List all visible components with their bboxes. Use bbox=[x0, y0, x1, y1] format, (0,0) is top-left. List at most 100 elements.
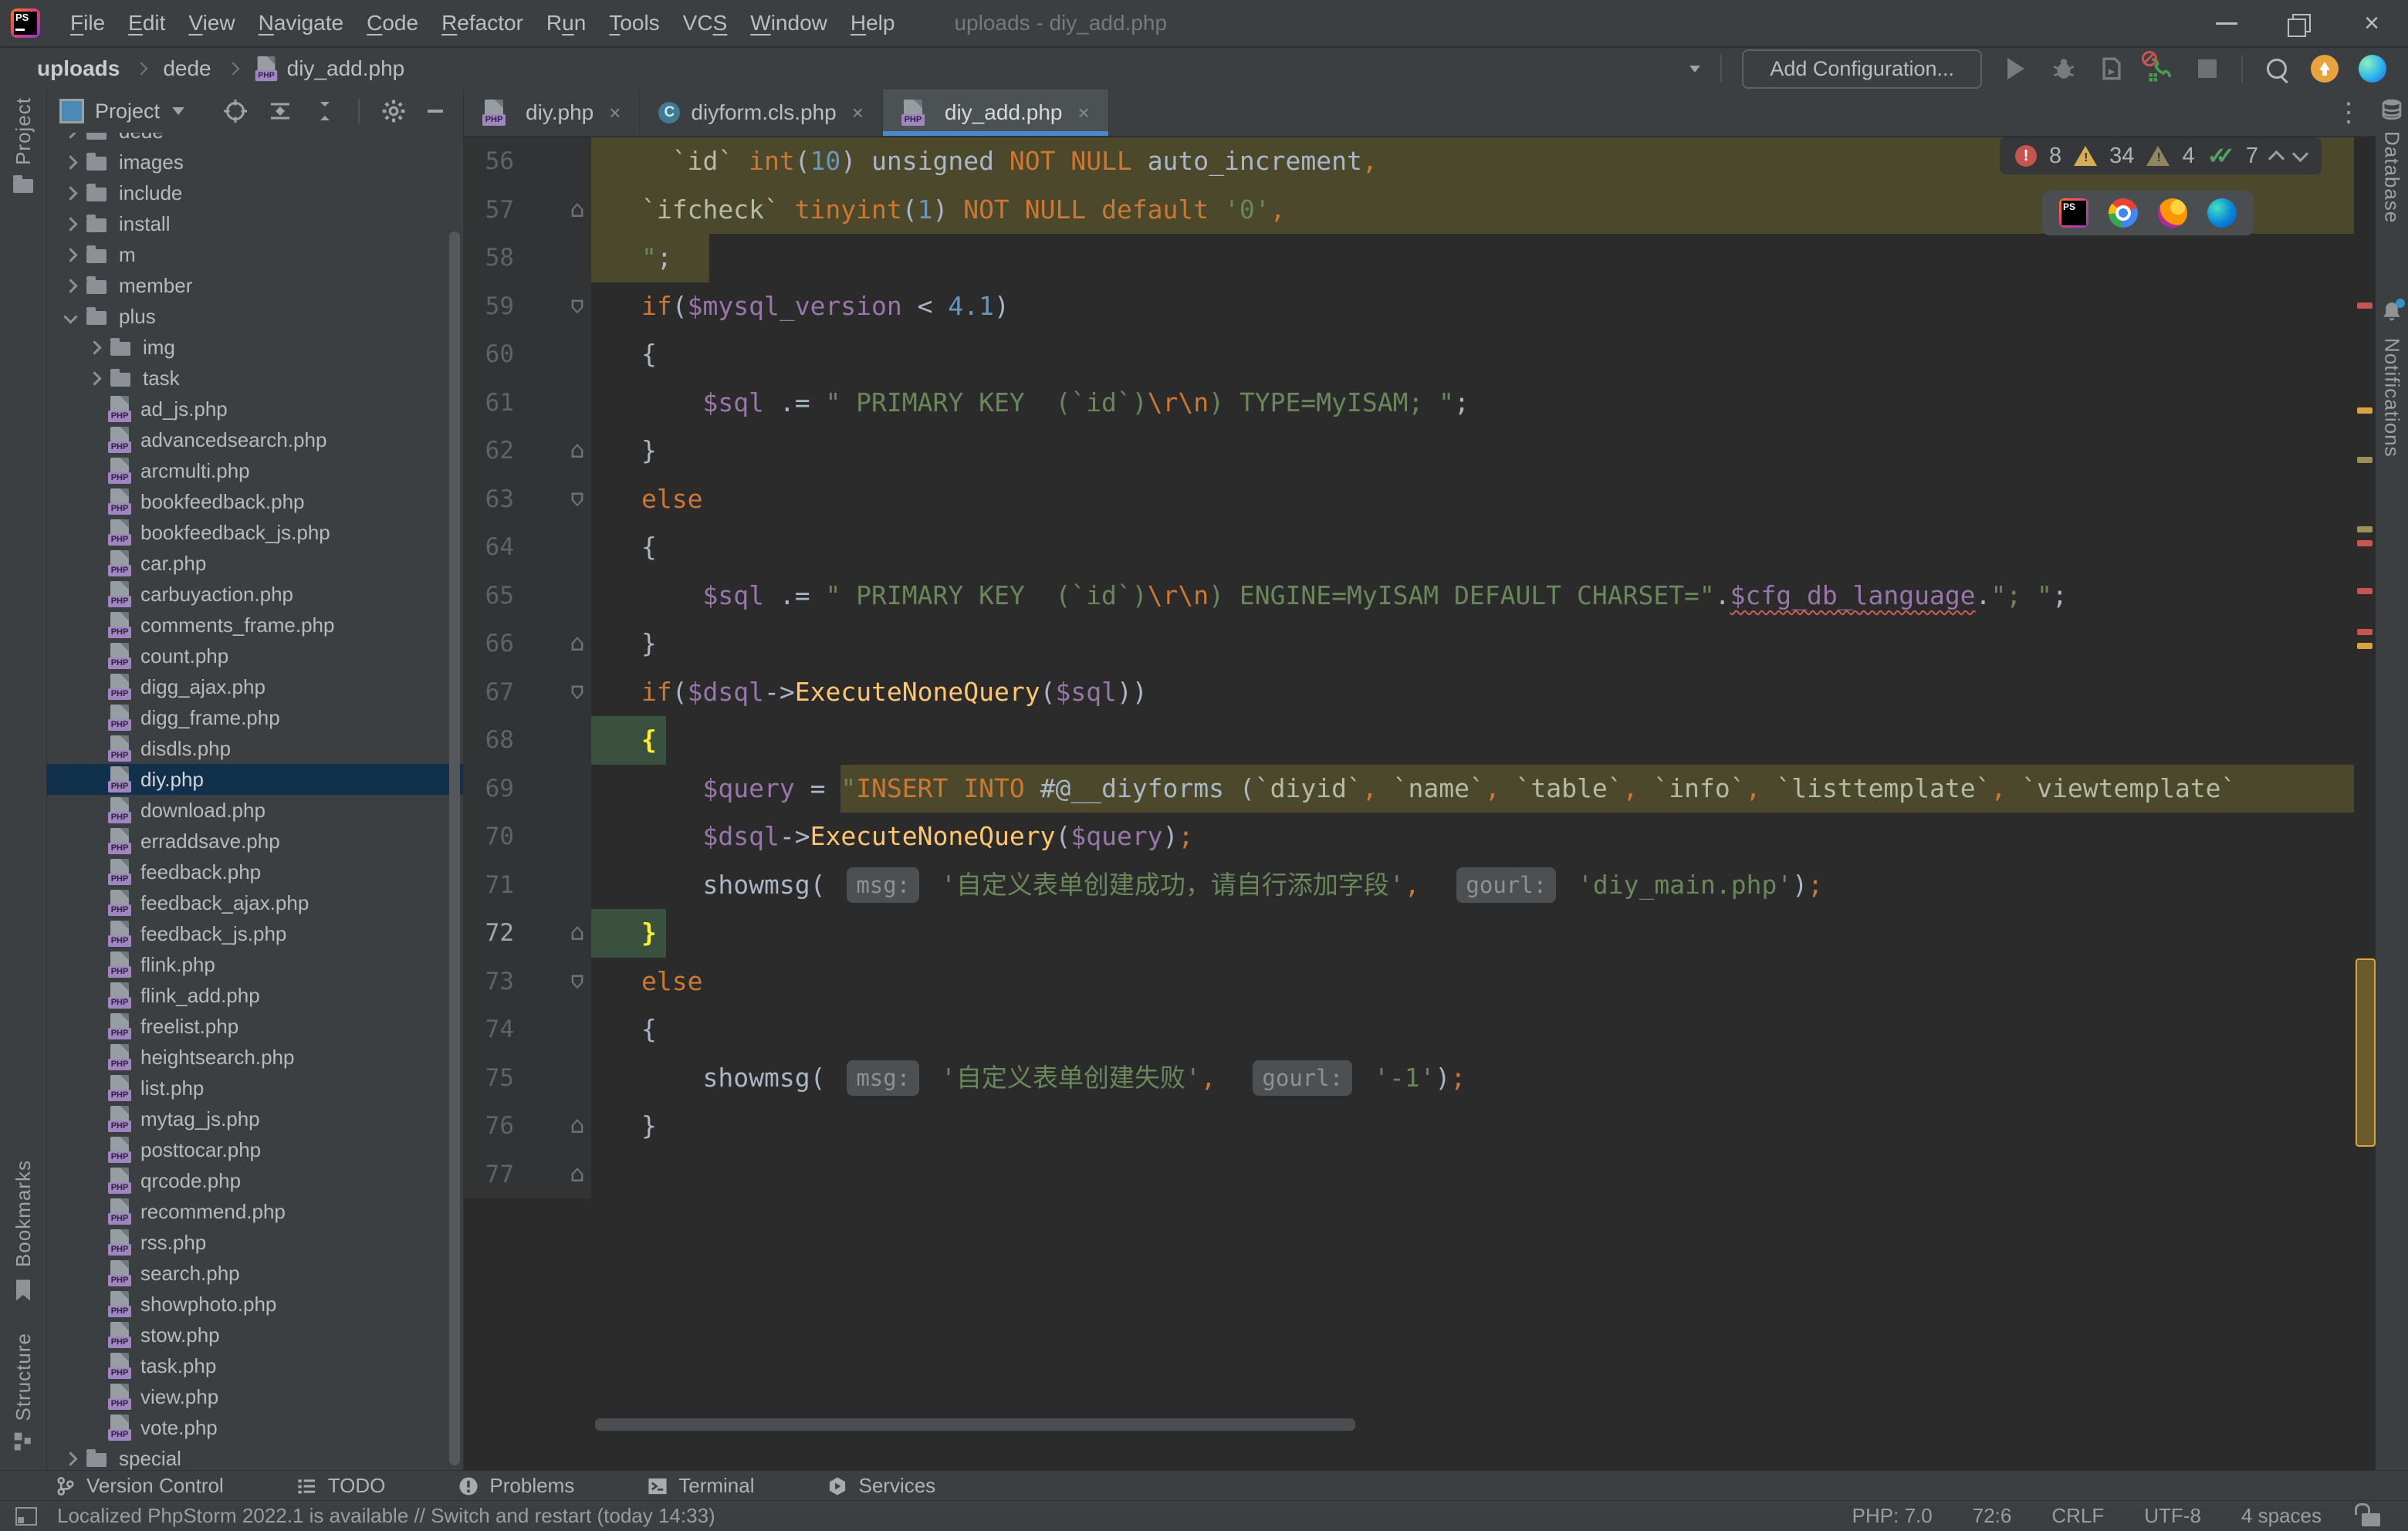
menu-tools[interactable]: Tools bbox=[597, 11, 671, 35]
tool-button-todo[interactable]: TODO bbox=[297, 1474, 385, 1498]
phone-debug-listener-icon[interactable] bbox=[2142, 51, 2173, 83]
tree-item-list.php[interactable]: PHP list.php bbox=[47, 1073, 463, 1103]
line-separator-widget[interactable]: CRLF bbox=[2051, 1504, 2104, 1528]
fold-marker-icon[interactable]: ⌂ bbox=[564, 958, 590, 1006]
code-line-60[interactable]: 60{ bbox=[464, 330, 2354, 379]
gear-icon[interactable] bbox=[381, 99, 406, 123]
firefox-icon[interactable] bbox=[2158, 198, 2187, 228]
tree-item-install[interactable]: install bbox=[47, 208, 463, 239]
menu-vcs[interactable]: VCS bbox=[671, 11, 739, 35]
stripe-mark[interactable] bbox=[2357, 540, 2372, 546]
fold-marker-icon[interactable]: ⌂ bbox=[564, 1102, 590, 1151]
tree-item-vote.php[interactable]: PHP vote.php bbox=[47, 1412, 463, 1443]
code-line-70[interactable]: 70 $dsql -> ExecuteNoneQuery($query); bbox=[464, 813, 2354, 861]
code-line-69[interactable]: 69 $query = " INSERT INTO #@__diyforms (`… bbox=[464, 764, 2354, 813]
tool-button-problems[interactable]: Problems bbox=[458, 1474, 574, 1498]
chrome-icon[interactable] bbox=[2109, 198, 2138, 228]
tree-item-arcmulti.php[interactable]: PHP arcmulti.php bbox=[47, 455, 463, 486]
chevron-right-icon[interactable] bbox=[87, 340, 102, 355]
tree-item-freelist.php[interactable]: PHP freelist.php bbox=[47, 1011, 463, 1042]
menu-edit[interactable]: Edit bbox=[117, 11, 177, 35]
tree-item-carbuyaction.php[interactable]: PHP carbuyaction.php bbox=[47, 579, 463, 610]
chevron-down-icon[interactable] bbox=[172, 107, 185, 115]
breadcrumb-project[interactable]: uploads bbox=[37, 56, 120, 81]
locate-file-icon[interactable] bbox=[224, 100, 247, 123]
code-line-66[interactable]: 66 ⌂} bbox=[464, 620, 2354, 668]
indent-widget[interactable]: 4 spaces bbox=[2241, 1504, 2322, 1528]
project-tree-scrollbar[interactable] bbox=[449, 232, 460, 1465]
fold-marker-icon[interactable]: ⌂ bbox=[564, 1151, 590, 1199]
tree-item-include[interactable]: include bbox=[47, 177, 463, 208]
menu-help[interactable]: Help bbox=[839, 11, 907, 35]
code-line-61[interactable]: 61 $sql .= " PRIMARY KEY (`id`) \r\n) TYP… bbox=[464, 378, 2354, 427]
tool-button-version-control[interactable]: Version Control bbox=[56, 1474, 224, 1498]
code-line-76[interactable]: 76 ⌂} bbox=[464, 1102, 2354, 1151]
menu-file[interactable]: File bbox=[59, 11, 117, 35]
code-area[interactable]: 56 `id` int(10) unsigned NOT NULL auto_i… bbox=[464, 137, 2354, 1470]
tree-item-feedback.php[interactable]: PHP feedback.php bbox=[47, 857, 463, 887]
chevron-right-icon[interactable] bbox=[63, 278, 78, 293]
coverage-icon[interactable] bbox=[2098, 55, 2126, 83]
fold-marker-icon[interactable]: ⌂ bbox=[564, 668, 590, 717]
error-stripe[interactable] bbox=[2354, 137, 2376, 1470]
inspections-widget[interactable]: ! 8 ! 34 ! 4 ✓✓ 7 bbox=[2000, 137, 2322, 174]
code-line-77[interactable]: 77 ⌂ bbox=[464, 1150, 2354, 1199]
code-line-63[interactable]: 63 ⌂ else bbox=[464, 475, 2354, 523]
tree-item-feedback_ajax.php[interactable]: PHP feedback_ajax.php bbox=[47, 887, 463, 918]
stripe-mark[interactable] bbox=[2357, 407, 2372, 414]
tree-item-search.php[interactable]: PHP search.php bbox=[47, 1258, 463, 1289]
tree-item-bookfeedback_js.php[interactable]: PHP bookfeedback_js.php bbox=[47, 517, 463, 548]
tab-diy.php[interactable]: PHP diy.php × bbox=[464, 90, 641, 136]
tree-item-rss.php[interactable]: PHP rss.php bbox=[47, 1227, 463, 1258]
tree-item-flink.php[interactable]: PHP flink.php bbox=[47, 949, 463, 980]
stripe-mark[interactable] bbox=[2357, 643, 2372, 649]
caret-position-widget[interactable]: 72:6 bbox=[1973, 1504, 2012, 1528]
maximize-button[interactable] bbox=[2263, 0, 2335, 46]
tree-item-stow.php[interactable]: PHP stow.php bbox=[47, 1320, 463, 1350]
hide-panel-icon[interactable] bbox=[428, 110, 443, 113]
tree-item-special[interactable]: special bbox=[47, 1443, 463, 1470]
chevron-right-icon[interactable] bbox=[63, 216, 78, 232]
sidebar-item-database[interactable]: Database bbox=[2380, 99, 2404, 223]
previous-problem-icon[interactable] bbox=[2268, 150, 2285, 167]
sidebar-item-notifications[interactable]: Notifications bbox=[2380, 299, 2405, 458]
tree-item-digg_frame.php[interactable]: PHP digg_frame.php bbox=[47, 702, 463, 733]
menu-view[interactable]: View bbox=[177, 11, 246, 35]
code-line-75[interactable]: 75 showmsg( msg: '自定义表单创建失败', gourl: '-1… bbox=[464, 1053, 2354, 1102]
stop-button[interactable] bbox=[2193, 55, 2221, 83]
breadcrumb-file[interactable]: diy_add.php bbox=[287, 56, 405, 81]
vertical-scrollbar-thumb[interactable] bbox=[2356, 958, 2376, 1147]
readonly-lock-icon[interactable] bbox=[2355, 1503, 2380, 1526]
edge-icon[interactable] bbox=[2207, 198, 2237, 228]
code-line-68[interactable]: 68{ bbox=[464, 716, 2354, 765]
tree-item-mytag_js.php[interactable]: PHP mytag_js.php bbox=[47, 1103, 463, 1134]
sidebar-item-structure[interactable]: Structure bbox=[12, 1333, 36, 1452]
expand-all-icon[interactable] bbox=[269, 100, 292, 123]
code-line-72[interactable]: 72 ⌂} bbox=[464, 909, 2354, 958]
tree-item-member[interactable]: member bbox=[47, 270, 463, 301]
tool-window-switcher-icon[interactable] bbox=[15, 1506, 37, 1526]
tree-item-download.php[interactable]: PHP download.php bbox=[47, 795, 463, 826]
code-line-59[interactable]: 59 ⌂ if($mysql_version < 4.1) bbox=[464, 282, 2354, 330]
tree-item-recommend.php[interactable]: PHP recommend.php bbox=[47, 1196, 463, 1227]
code-line-64[interactable]: 64{ bbox=[464, 523, 2354, 572]
code-line-67[interactable]: 67 ⌂ if($dsql -> ExecuteNoneQuery($sql)) bbox=[464, 667, 2354, 717]
tree-item-images[interactable]: images bbox=[47, 147, 463, 177]
tree-item-diy.php[interactable]: PHP diy.php bbox=[47, 764, 463, 795]
stripe-mark[interactable] bbox=[2357, 526, 2372, 532]
close-icon[interactable]: × bbox=[852, 101, 864, 125]
fold-marker-icon[interactable]: ⌂ bbox=[564, 186, 590, 235]
breadcrumb-folder[interactable]: dede bbox=[163, 56, 211, 81]
tree-item-task.php[interactable]: PHP task.php bbox=[47, 1350, 463, 1381]
tree-item-disdls.php[interactable]: PHP disdls.php bbox=[47, 733, 463, 764]
chevron-right-icon[interactable] bbox=[63, 247, 78, 262]
chevron-down-icon[interactable] bbox=[63, 309, 78, 324]
sidebar-item-project[interactable]: Project bbox=[12, 97, 36, 193]
update-available-icon[interactable] bbox=[2311, 55, 2339, 83]
tree-item-task[interactable]: task bbox=[47, 363, 463, 394]
tree-item-posttocar.php[interactable]: PHP posttocar.php bbox=[47, 1134, 463, 1165]
fold-marker-icon[interactable]: ⌂ bbox=[564, 620, 590, 668]
tree-item-m[interactable]: m bbox=[47, 239, 463, 270]
tab-diyform.cls.php[interactable]: Cdiyform.cls.php × bbox=[640, 90, 883, 136]
tree-item-view.php[interactable]: PHP view.php bbox=[47, 1381, 463, 1412]
